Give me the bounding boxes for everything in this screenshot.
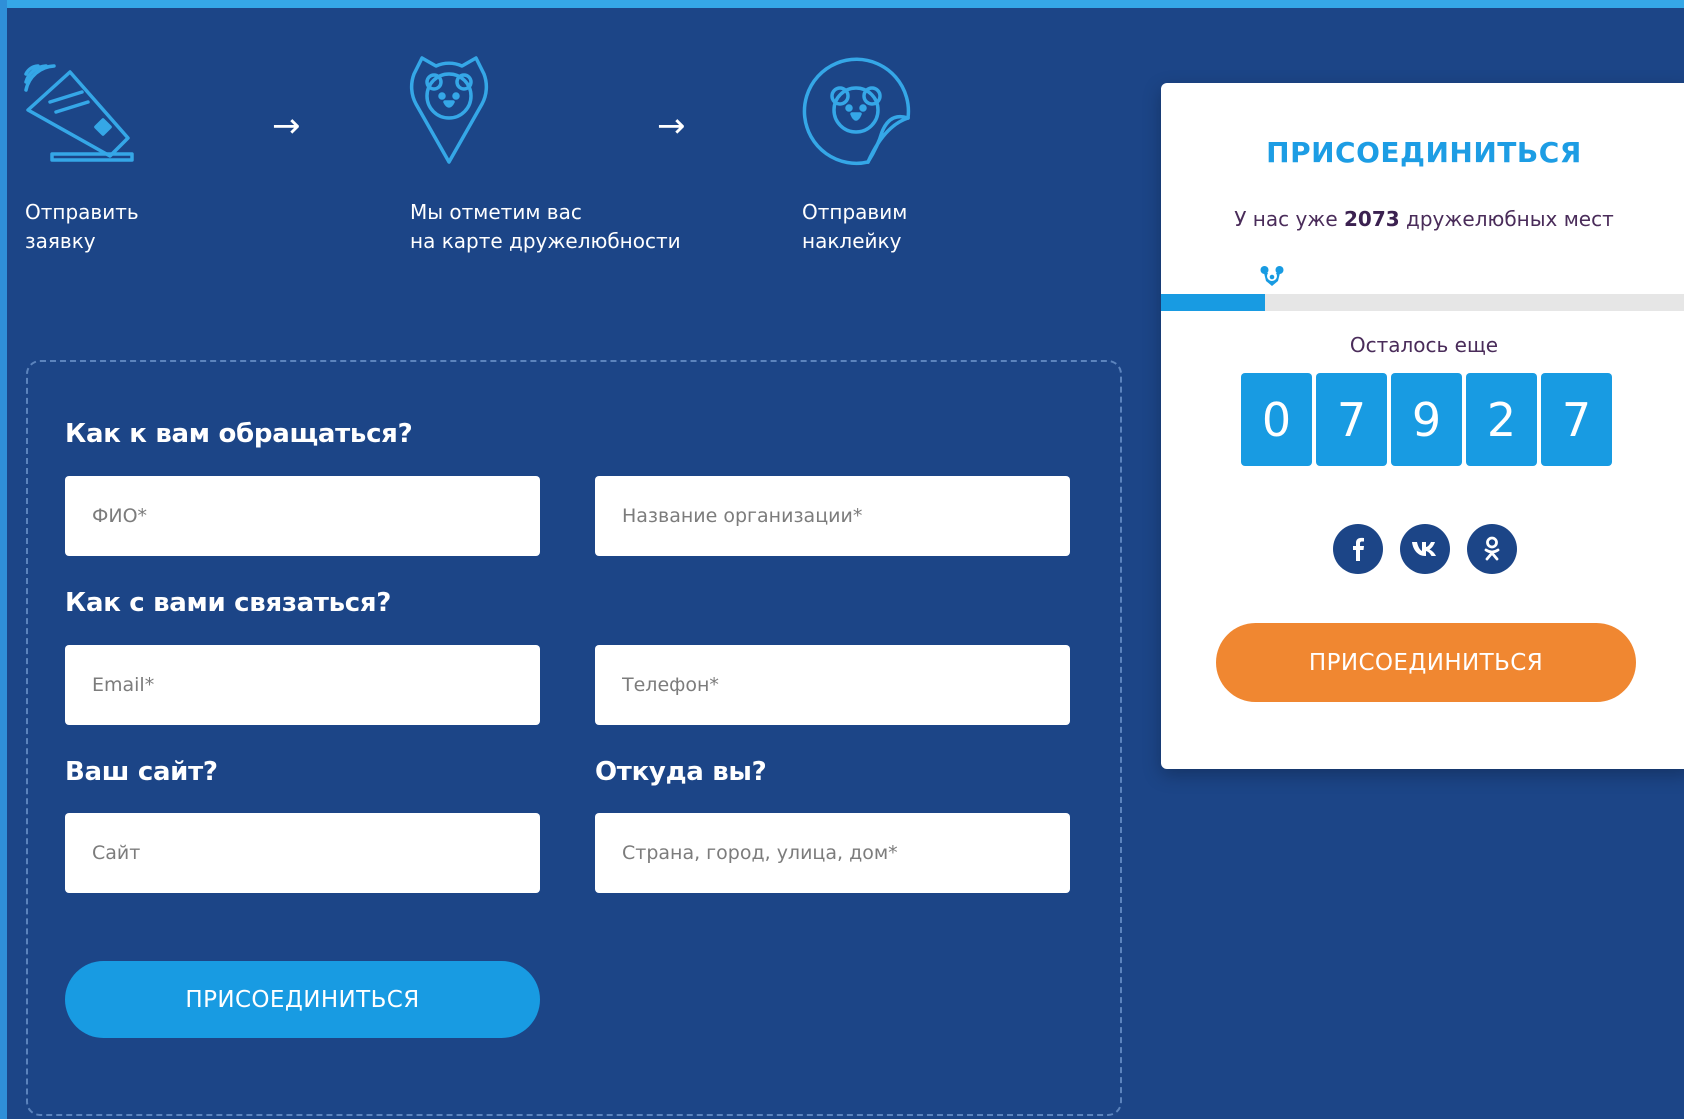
koala-marker-icon xyxy=(1260,266,1284,286)
address-input[interactable] xyxy=(595,813,1070,893)
remaining-counter: 0 7 9 2 7 xyxy=(1241,373,1612,466)
fio-input[interactable] xyxy=(65,476,540,556)
counter-digit: 7 xyxy=(1541,373,1612,466)
form-submit-button[interactable]: ПРИСОЕДИНИТЬСЯ xyxy=(65,961,540,1038)
remaining-label: Осталось еще xyxy=(1349,333,1499,357)
count-prefix: У нас уже xyxy=(1234,207,1338,231)
step-arrow: → xyxy=(272,106,301,146)
organization-input[interactable] xyxy=(595,476,1070,556)
counter-digit: 0 xyxy=(1241,373,1312,466)
places-count-value: 2073 xyxy=(1343,207,1400,231)
koala-sticker-icon xyxy=(802,57,911,166)
social-links xyxy=(1333,524,1517,574)
count-suffix: дружелюбных мест xyxy=(1406,207,1614,231)
card-join-button[interactable]: ПРИСОЕДИНИТЬСЯ xyxy=(1216,623,1636,702)
counter-digit: 9 xyxy=(1391,373,1462,466)
places-progress-bar xyxy=(1161,294,1684,311)
step-2-text: Мы отметим вас на карте дружелюбности xyxy=(410,200,681,253)
join-card: ПРИСОЕДИНИТЬСЯ У нас уже 2073 дружелюбны… xyxy=(1161,83,1684,769)
left-accent-strip xyxy=(0,0,7,1119)
facebook-icon[interactable] xyxy=(1333,524,1383,574)
email-input[interactable] xyxy=(65,645,540,725)
step-arrow: → xyxy=(657,106,686,146)
location-question-label: Откуда вы? xyxy=(595,757,767,787)
counter-digit: 2 xyxy=(1466,373,1537,466)
card-tap-icon xyxy=(24,64,134,162)
name-question-label: Как к вам обращаться? xyxy=(65,419,413,449)
site-input[interactable] xyxy=(65,813,540,893)
site-question-label: Ваш сайт? xyxy=(65,757,218,787)
phone-input[interactable] xyxy=(595,645,1070,725)
places-progress-fill xyxy=(1161,294,1266,311)
contact-question-label: Как с вами связаться? xyxy=(65,588,392,618)
card-title: ПРИСОЕДИНИТЬСЯ xyxy=(1266,136,1582,169)
places-count-text: У нас уже 2073 дружелюбных мест xyxy=(1161,207,1684,231)
step-3-text: Отправим наклейку xyxy=(802,200,908,253)
counter-digit: 7 xyxy=(1316,373,1387,466)
odnoklassniki-icon[interactable] xyxy=(1467,524,1517,574)
koala-map-pin-icon xyxy=(409,56,489,164)
vk-icon[interactable] xyxy=(1400,524,1450,574)
top-accent-strip xyxy=(0,0,1684,8)
step-1-text: Отправить заявку xyxy=(25,200,139,253)
